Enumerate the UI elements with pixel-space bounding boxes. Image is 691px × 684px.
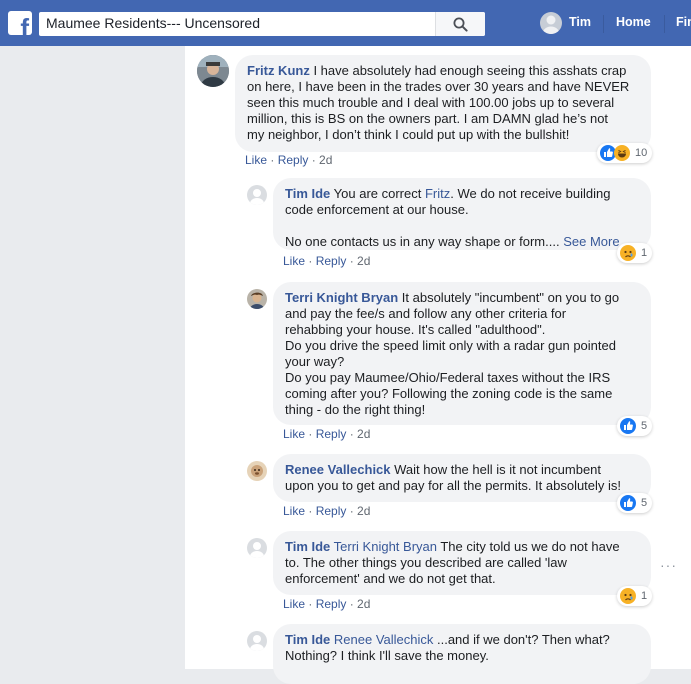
- comment-text: Wait how the hell is it not incumbent: [390, 462, 602, 477]
- reaction-count: 5: [641, 497, 648, 509]
- comment-text: and pay the fee/s and follow any other c…: [285, 306, 567, 321]
- reaction-summary[interactable]: 5: [617, 493, 653, 513]
- comment-bubble: Fritz Kunz I have absolutely had enough …: [235, 55, 651, 152]
- reply-link[interactable]: Reply: [278, 153, 309, 167]
- comment-author[interactable]: Fritz Kunz: [247, 63, 310, 78]
- comment-author[interactable]: Renee Vallechick: [285, 462, 391, 477]
- search-input[interactable]: Maumee Residents--- Uncensored: [46, 15, 260, 31]
- comment-text: my neighbor, I don’t think I could put u…: [247, 127, 570, 142]
- comment-age: 2d: [319, 153, 333, 167]
- comment-bubble: Renee Vallechick Wait how the hell is it…: [273, 454, 651, 502]
- reaction-summary[interactable]: 5: [617, 416, 653, 436]
- reaction-count: 1: [641, 590, 648, 602]
- nav-divider: [664, 15, 665, 33]
- comment-text: ...and if we don't? Then what?: [433, 632, 610, 647]
- search-icon: [453, 17, 468, 32]
- comment-age: 2d: [357, 597, 371, 611]
- comment-actions: Like · Reply · 2d: [283, 504, 371, 518]
- comment-bubble: Tim Ide Renee Vallechick ...and if we do…: [273, 624, 651, 684]
- comment-age: 2d: [357, 427, 371, 441]
- comment-actions: Like · Reply · 2d: [283, 254, 371, 268]
- comment-author[interactable]: Tim Ide: [285, 186, 330, 201]
- comment-text: . We do not receive building: [450, 186, 611, 201]
- comment-text: Do you drive the speed limit only with a…: [285, 338, 616, 353]
- more-options-icon[interactable]: ···: [660, 557, 677, 573]
- left-column: [0, 46, 185, 669]
- comment-author[interactable]: Tim Ide: [285, 539, 330, 554]
- comment-text: your way?: [285, 354, 345, 369]
- comment-author[interactable]: Terri Knight Bryan: [285, 290, 398, 305]
- comment-text: It absolutely "incumbent" on you to go: [398, 290, 620, 305]
- comment-age: 2d: [357, 254, 371, 268]
- comment-text: upon you to get and pay for all the perm…: [285, 478, 622, 493]
- comment-text: to. The other things you described are c…: [285, 555, 567, 570]
- comment-text: code enforcement at our house.: [285, 202, 469, 217]
- reply-link[interactable]: Reply: [316, 427, 347, 441]
- comment-actions: Like · Reply · 2d: [283, 427, 371, 441]
- profile-avatar[interactable]: [540, 12, 562, 34]
- comment-actions: Like · Reply · 2d: [245, 153, 333, 167]
- reaction-summary[interactable]: 10: [597, 143, 653, 163]
- avatar[interactable]: [247, 185, 267, 205]
- comment-text: rehabbing your house. It's called "adult…: [285, 322, 546, 337]
- avatar[interactable]: [247, 289, 267, 309]
- sad-reaction-icon: [620, 245, 636, 261]
- search-box[interactable]: Maumee Residents--- Uncensored: [39, 12, 485, 36]
- nav-divider: [603, 15, 604, 33]
- comment-bubble: Terri Knight Bryan It absolutely "incumb…: [273, 282, 651, 425]
- reaction-summary[interactable]: 1: [617, 586, 653, 606]
- like-link[interactable]: Like: [245, 153, 267, 167]
- comment-text: The city told us we do not have: [436, 539, 620, 554]
- comment-text: million, this is BS on the owners part. …: [247, 111, 609, 126]
- comment-text: Nothing? I think I'll save the money.: [285, 648, 489, 663]
- comment-text: You are correct: [330, 186, 425, 201]
- search-button[interactable]: [435, 12, 485, 36]
- avatar[interactable]: [197, 55, 229, 87]
- reply-link[interactable]: Reply: [316, 597, 347, 611]
- comment-age: 2d: [357, 504, 371, 518]
- like-reaction-icon: [620, 418, 636, 434]
- see-more-link[interactable]: See More: [563, 234, 619, 249]
- mention-link[interactable]: Renee Vallechick: [330, 632, 433, 647]
- like-link[interactable]: Like: [283, 427, 305, 441]
- reaction-count: 10: [635, 147, 648, 159]
- profile-link[interactable]: Tim: [569, 15, 591, 29]
- reaction-count: 1: [641, 247, 648, 259]
- mention-link[interactable]: Fritz: [425, 186, 450, 201]
- haha-reaction-icon: [614, 145, 630, 161]
- comment-actions: Like · Reply · 2d: [283, 597, 371, 611]
- reaction-summary[interactable]: 1: [617, 243, 653, 263]
- like-link[interactable]: Like: [283, 254, 305, 268]
- comment-bubble: Tim Ide Terri Knight Bryan The city told…: [273, 531, 651, 595]
- comment-author[interactable]: Tim Ide: [285, 632, 330, 647]
- comment-text: Do you pay Maumee/Ohio/Federal taxes wit…: [285, 370, 611, 385]
- like-link[interactable]: Like: [283, 597, 305, 611]
- find-friends-link[interactable]: Fin: [676, 15, 691, 29]
- comment-text: [285, 218, 639, 234]
- like-link[interactable]: Like: [283, 504, 305, 518]
- sad-reaction-icon: [620, 588, 636, 604]
- top-navigation-bar: f Maumee Residents--- Uncensored Tim Hom…: [0, 0, 691, 46]
- reply-link[interactable]: Reply: [316, 504, 347, 518]
- home-link[interactable]: Home: [616, 15, 651, 29]
- comment-text: seen this much trouble and I deal with 1…: [247, 95, 615, 110]
- comment-text: enforcement' and we do not get that.: [285, 571, 496, 586]
- comment-text: No one contacts us in any way shape or f…: [285, 234, 564, 249]
- like-reaction-icon: [620, 495, 636, 511]
- facebook-logo-icon[interactable]: f: [8, 11, 32, 35]
- reaction-count: 5: [641, 420, 648, 432]
- comment-text: on here, I have been in the trades over …: [247, 79, 630, 94]
- comment-bubble: Tim Ide You are correct Fritz. We do not…: [273, 178, 651, 250]
- comment-text: thing - do the right thing!: [285, 402, 426, 417]
- comment-text: I have absolutely had enough seeing this…: [309, 63, 627, 78]
- reply-link[interactable]: Reply: [316, 254, 347, 268]
- avatar[interactable]: [247, 461, 267, 481]
- avatar[interactable]: [247, 538, 267, 558]
- comment-text: coming after you? Following the zoning c…: [285, 386, 613, 401]
- avatar[interactable]: [247, 631, 267, 651]
- mention-link[interactable]: Terri Knight Bryan: [330, 539, 437, 554]
